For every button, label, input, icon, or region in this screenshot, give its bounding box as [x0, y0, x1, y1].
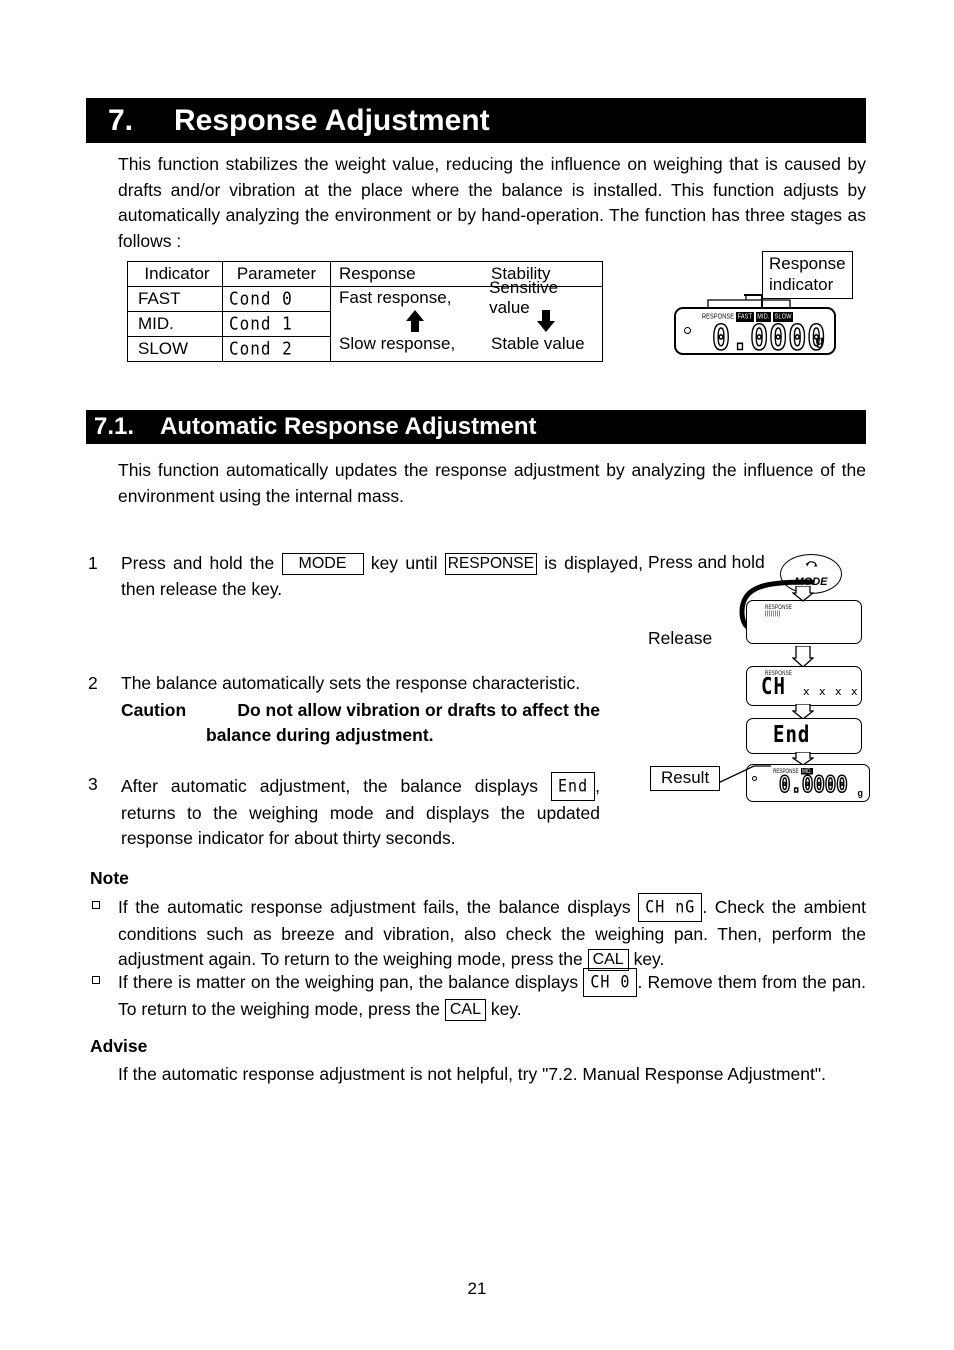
- flow-arrow-2-icon: [792, 646, 814, 668]
- row-indicator-slow: SLOW: [127, 336, 223, 362]
- balance-display-top: RESPONSE FAST MID. SLOW 0.0000 g: [674, 307, 836, 360]
- response-indicator-callout: Response indicator: [762, 251, 853, 299]
- end-display-inline: End: [551, 772, 596, 801]
- note-item-2: If there is matter on the weighing pan, …: [92, 968, 866, 1022]
- circular-arrow-icon: [780, 559, 842, 573]
- blink-marks-icon: ||||||||: [765, 611, 781, 617]
- advise-heading: Advise: [90, 1036, 148, 1056]
- table-row: FAST Cond 0 Fast response, Sensitive val…: [127, 278, 603, 362]
- row-indicator-mid: MID.: [127, 311, 223, 337]
- section-7-1-header: 7.1. Automatic Response Adjustment: [86, 410, 866, 444]
- stability-mark-icon: [684, 327, 691, 334]
- caution-label: Caution: [121, 699, 187, 720]
- caution-text-2: balance during adjustment.: [206, 725, 434, 745]
- note-1-text-c: key.: [633, 949, 665, 969]
- section-7-1-number: 7.1.: [94, 413, 135, 440]
- section-7-number: 7.: [108, 103, 134, 137]
- result-callout: Result: [650, 766, 721, 791]
- row-parameter-slow: Cond 2: [222, 336, 331, 362]
- stability-down-arrow-icon: [491, 309, 601, 333]
- response-stability-bottom-row: Slow response, Stable value: [339, 333, 602, 355]
- flow-display-result-unit: g: [857, 788, 864, 798]
- response-stability-top-row: Fast response, Sensitive value: [339, 278, 602, 317]
- section-7-title: Response Adjustment: [174, 103, 490, 137]
- flow-display-result-value: 0.0000: [778, 772, 848, 799]
- step-3: 3 After automatic adjustment, the balanc…: [88, 772, 600, 852]
- arrows-row: [339, 309, 602, 333]
- section-7-intro-paragraph: This function stabilizes the weight valu…: [118, 154, 866, 251]
- advise-text: If the automatic response adjustment is …: [118, 1064, 826, 1084]
- note-item-1: If the automatic response adjustment fai…: [92, 893, 866, 973]
- caution-text-1: Do not allow vibration or drafts to affe…: [237, 699, 600, 720]
- cal-key-label-2: CAL: [444, 998, 486, 1021]
- note-heading: Note: [90, 868, 129, 888]
- ch-zero-display-inline: CH 0: [583, 968, 638, 997]
- callout-line2: indicator: [769, 275, 834, 294]
- step-1-body: Press and hold the MODE key until RESPON…: [121, 551, 643, 602]
- step-3-body: After automatic adjustment, the balance …: [121, 772, 600, 852]
- step-1-text-a: Press and hold the: [121, 553, 275, 573]
- note-2-text-a: If there is matter on the weighing pan, …: [118, 972, 579, 992]
- step-1-text-b: key until: [370, 553, 438, 573]
- col-header-response: Response: [339, 264, 416, 283]
- display-value: 0.0000: [711, 318, 827, 360]
- row-parameter-mid: Cond 1: [222, 311, 331, 337]
- note-2-text-c: key.: [490, 998, 522, 1019]
- step-3-text-c: returns to the weighing mode and display…: [121, 802, 600, 849]
- response-indicator-label: RESPONSE: [444, 553, 537, 575]
- row-parameter-fast: Cond 0: [222, 286, 331, 312]
- step-2: 2 The balance automatically sets the res…: [88, 671, 600, 749]
- step-3-text-b: ,: [595, 776, 600, 796]
- bullet-square-icon: [92, 976, 100, 984]
- flow-display-end: End: [746, 718, 862, 754]
- step-1-number: 1: [88, 553, 98, 573]
- ch-no-display-inline: CH nG: [638, 893, 703, 922]
- flow-display-ch: RESPONSE CH x x x x: [746, 666, 862, 706]
- flow-arrow-1-icon: [792, 586, 814, 602]
- step-3-text-a: After automatic adjustment, the balance …: [121, 776, 539, 796]
- bullet-square-icon: [92, 901, 100, 909]
- step-2-caution: Caution Do not allow vibration or drafts…: [121, 698, 600, 724]
- step-2-body: The balance automatically sets the respo…: [121, 673, 581, 693]
- note-1-text-a: If the automatic response adjustment fai…: [118, 897, 631, 917]
- callout-line1: Response: [769, 254, 846, 273]
- display-unit: g: [815, 332, 824, 348]
- section-7-header: 7. Response Adjustment: [86, 98, 866, 143]
- result-leader-icon: [716, 765, 771, 785]
- stability-stable-label: Stable value: [491, 334, 585, 353]
- step-2-number: 2: [88, 673, 98, 693]
- step-1: 1 Press and hold the MODE key until RESP…: [88, 551, 643, 602]
- flow-display-response: RESPONSE ||||||||: [746, 600, 862, 644]
- response-stage-table: Indicator Parameter Response Stability F…: [127, 261, 603, 362]
- col-header-parameter: Parameter: [222, 261, 331, 287]
- flow-display-ch-blink: x x x x: [803, 685, 861, 698]
- row-indicator-fast: FAST: [127, 286, 223, 312]
- section-7-1-intro-paragraph: This function automatically updates the …: [118, 460, 866, 506]
- flow-display-end-value: End: [773, 721, 811, 749]
- step-1-text-c: is: [544, 553, 557, 573]
- section-7-1-title: Automatic Response Adjustment: [160, 413, 537, 440]
- page-number: 21: [467, 1279, 487, 1298]
- flow-display-ch-value: CH: [761, 673, 786, 701]
- response-stability-merged-cell: Fast response, Sensitive value Slow resp…: [330, 278, 603, 362]
- mode-key-label: MODE: [281, 553, 364, 575]
- caution-line-1: Caution Do not allow vibration or drafts…: [121, 698, 600, 724]
- flow-annunciator-response-1: RESPONSE: [765, 604, 793, 611]
- col-header-indicator: Indicator: [127, 261, 223, 287]
- flow-press-and-hold-label: Press and hold: [648, 552, 765, 572]
- response-up-arrow-icon: [339, 309, 491, 333]
- operation-flow-diagram: Press and hold Release MODE RESPONSE |||…: [640, 548, 890, 803]
- step-3-number: 3: [88, 774, 98, 794]
- response-fast-label: Fast response,: [339, 288, 452, 307]
- response-slow-label: Slow response,: [339, 334, 456, 353]
